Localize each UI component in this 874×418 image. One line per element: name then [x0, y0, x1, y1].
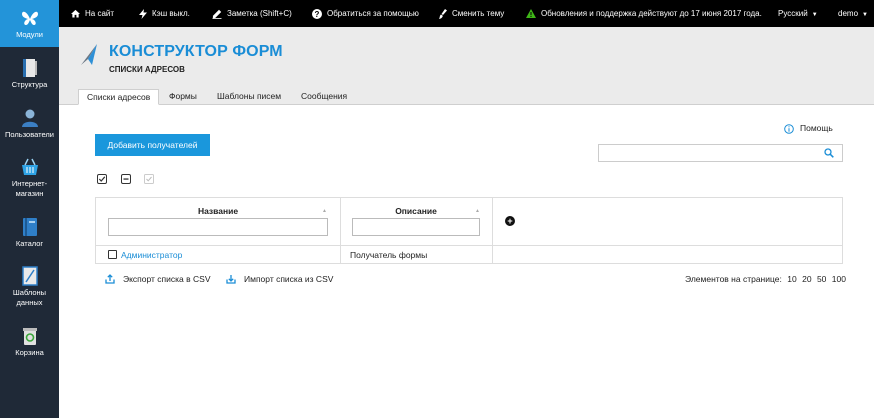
note-label: Заметка (Shift+C) — [227, 9, 292, 18]
sidebar-item-users[interactable]: Пользователи — [0, 108, 59, 140]
tab-bar: Списки адресов Формы Шаблоны писем Сообщ… — [59, 89, 874, 105]
user-menu[interactable]: demo ▼ — [838, 0, 868, 27]
language-label: Русский — [778, 9, 808, 18]
support-label: Обратиться за помощью — [327, 9, 419, 18]
page-title: КОНСТРУКТОР ФОРМ — [109, 43, 283, 60]
sidebar-item-modules[interactable]: Модули — [0, 0, 59, 47]
brush-icon — [439, 8, 447, 19]
deselect-checkbox-icon[interactable] — [121, 174, 131, 184]
svg-text:?: ? — [315, 10, 320, 19]
column-divider — [492, 198, 493, 263]
updates-notice[interactable]: Обновления и поддержка действуют до 17 и… — [526, 0, 762, 27]
app-window: Модули Структура Пользователи Интернет-м… — [0, 0, 874, 418]
tab-forms[interactable]: Формы — [161, 89, 205, 105]
structure-icon — [22, 59, 37, 77]
caret-down-icon: ▼ — [862, 12, 868, 18]
user-icon — [21, 109, 38, 127]
sidebar-item-shop[interactable]: Интернет-магазин — [0, 157, 59, 199]
row-checkbox[interactable] — [108, 250, 117, 259]
sidebar-item-structure[interactable]: Структура — [0, 58, 59, 90]
tab-messages[interactable]: Сообщения — [293, 89, 355, 105]
cache-toggle[interactable]: Кэш выкл. — [139, 0, 190, 27]
recipient-description: Получатель формы — [350, 250, 428, 260]
import-csv-link[interactable]: Импорт списка из CSV — [226, 274, 333, 284]
description-filter-input[interactable] — [352, 218, 480, 236]
cache-label: Кэш выкл. — [152, 9, 190, 18]
sidebar-item-catalog[interactable]: Каталог — [0, 217, 59, 249]
basket-icon — [21, 158, 38, 175]
tab-address-lists[interactable]: Списки адресов — [78, 89, 160, 105]
per-page-selector: Элементов на странице: 10 20 50 100 — [685, 274, 846, 284]
recipients-table: Название ▲ Описание ▲ + Администратор По… — [95, 197, 843, 264]
per-page-label: Элементов на странице: — [685, 274, 782, 284]
sidebar-item-label: Шаблоны данных — [12, 288, 47, 307]
per-page-option-100[interactable]: 100 — [832, 274, 846, 284]
export-csv-link[interactable]: Экспорт списка в CSV — [105, 274, 211, 284]
sidebar-item-data-templates[interactable]: Шаблоны данных — [0, 266, 59, 308]
help-circle-icon: ? — [312, 8, 322, 19]
info-icon — [784, 123, 794, 134]
add-column-button[interactable]: + — [505, 216, 515, 226]
upload-icon — [105, 274, 115, 284]
per-page-option-20[interactable]: 20 — [802, 274, 811, 284]
row-divider — [96, 245, 842, 246]
sidebar-item-trash[interactable]: Корзина — [0, 326, 59, 358]
lightning-icon — [139, 8, 147, 19]
theme-link[interactable]: Сменить тему — [439, 0, 504, 27]
import-csv-label: Импорт списка из CSV — [244, 274, 334, 284]
search-input[interactable] — [598, 144, 843, 162]
sidebar-item-label: Каталог — [15, 239, 44, 248]
warning-icon — [526, 9, 536, 19]
caret-down-icon: ▼ — [811, 12, 818, 18]
download-icon — [226, 275, 236, 284]
per-page-option-50[interactable]: 50 — [817, 274, 826, 284]
pencil-icon — [212, 9, 222, 19]
home-label: На сайт — [85, 9, 115, 18]
theme-label: Сменить тему — [452, 9, 505, 18]
trash-icon — [22, 328, 37, 345]
sidebar-item-label: Корзина — [15, 348, 44, 357]
per-page-option-10[interactable]: 10 — [787, 274, 796, 284]
sidebar-item-label: Структура — [11, 80, 48, 89]
help-link[interactable]: Помощь — [784, 123, 833, 134]
search-icon[interactable] — [824, 148, 834, 158]
column-header-name[interactable]: Название — [96, 206, 340, 216]
top-toolbar: На сайт Кэш выкл. Заметка (Shift+C) ? Обр… — [59, 0, 874, 27]
help-label: Помощь — [800, 123, 833, 133]
sort-caret-icon[interactable]: ▲ — [475, 208, 480, 214]
note-button[interactable]: Заметка (Shift+C) — [212, 0, 292, 27]
butterfly-icon — [21, 11, 38, 25]
home-icon — [71, 10, 80, 18]
recipient-name-link[interactable]: Администратор — [121, 249, 182, 261]
support-link[interactable]: ? Обратиться за помощью — [312, 0, 419, 27]
sidebar: Модули Структура Пользователи Интернет-м… — [0, 0, 59, 418]
sidebar-item-label: Пользователи — [5, 130, 54, 139]
export-csv-label: Экспорт списка в CSV — [123, 274, 211, 284]
book-icon — [22, 218, 37, 236]
sidebar-item-label: Интернет-магазин — [11, 179, 48, 198]
updates-label: Обновления и поддержка действуют до 17 и… — [541, 9, 762, 18]
paper-plane-icon — [81, 44, 97, 65]
language-select[interactable]: Русский ▼ — [778, 0, 818, 27]
home-link[interactable]: На сайт — [71, 0, 114, 27]
page-subtitle: СПИСКИ АДРЕСОВ — [109, 65, 185, 74]
name-filter-input[interactable] — [108, 218, 328, 236]
invert-selection-icon[interactable] — [144, 174, 154, 184]
add-recipients-button[interactable]: Добавить получателей — [95, 134, 210, 156]
user-label: demo — [838, 9, 859, 18]
select-all-checkbox-icon[interactable] — [97, 174, 107, 184]
column-header-description[interactable]: Описание — [340, 206, 492, 216]
sort-caret-icon[interactable]: ▲ — [322, 208, 327, 214]
tab-email-templates[interactable]: Шаблоны писем — [209, 89, 289, 105]
sidebar-item-label: Модули — [16, 30, 43, 39]
data-template-icon — [21, 266, 38, 286]
main-content: Помощь Добавить получателей Название ▲ О… — [59, 105, 874, 418]
